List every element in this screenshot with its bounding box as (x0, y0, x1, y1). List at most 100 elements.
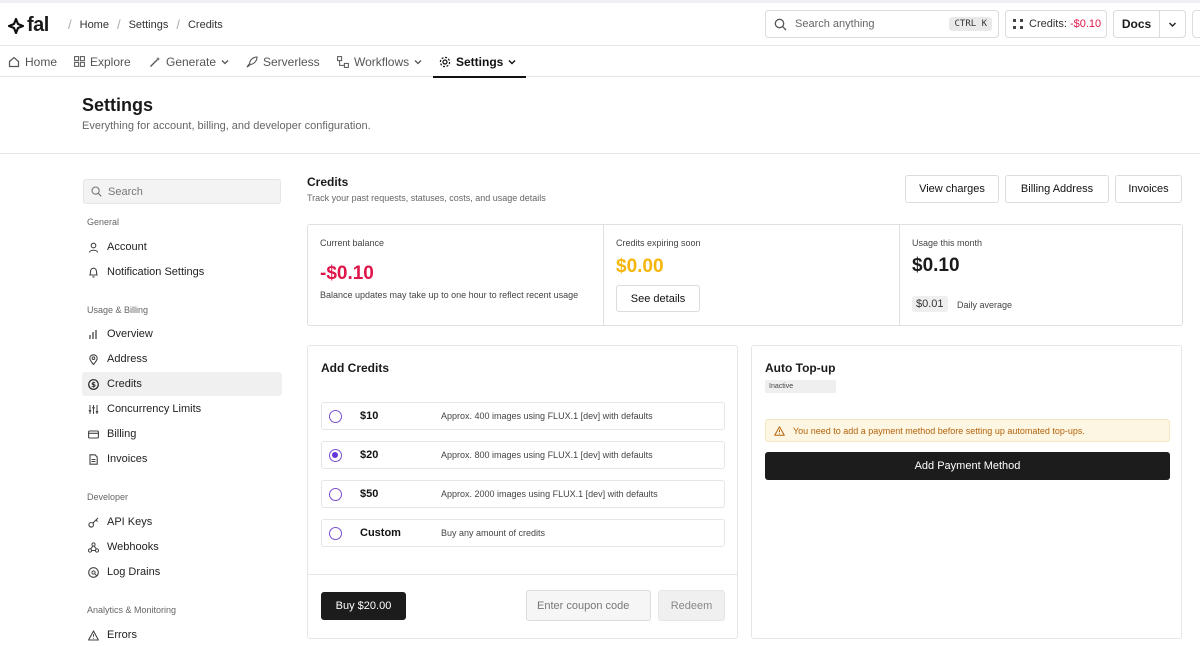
card-divider (308, 574, 738, 575)
fal-logo-icon (8, 17, 24, 34)
sidebar-item-credits[interactable]: $ Credits (82, 372, 282, 396)
payment-method-warning: You need to add a payment method before … (765, 419, 1170, 442)
billing-address-button[interactable]: Billing Address (1005, 175, 1109, 203)
sidebar-search-input[interactable]: Search (83, 179, 281, 204)
dollar-circle-icon: $ (88, 378, 99, 390)
radio-button-selected[interactable] (329, 449, 342, 462)
radio-button[interactable] (329, 527, 342, 540)
breadcrumb-separator: / (176, 17, 180, 32)
sidebar-item-label: Notification Settings (107, 266, 205, 278)
invoices-button[interactable]: Invoices (1115, 175, 1182, 203)
sidebar-group-analytics-monitoring: Analytics & Monitoring (87, 605, 177, 615)
sidebar-item-log-drains[interactable]: Log Drains (82, 560, 282, 584)
sidebar-item-label: Address (107, 353, 148, 365)
sidebar-item-label: Overview (107, 328, 153, 340)
account-menu-button[interactable] (1192, 10, 1200, 38)
log-drain-icon (88, 566, 99, 578)
sidebar-item-label: Billing (107, 428, 137, 440)
sidebar-item-invoices[interactable]: Invoices (82, 447, 282, 471)
chevron-down-icon (414, 59, 422, 64)
chevron-down-icon (1169, 22, 1176, 27)
daily-average-label: Daily average (957, 300, 1013, 310)
sidebar-item-errors[interactable]: Errors (82, 623, 282, 647)
nav-workflows[interactable]: Workflows (337, 46, 422, 77)
sidebar-item-concurrency-limits[interactable]: Concurrency Limits (82, 397, 282, 421)
nav-home[interactable]: Home (8, 46, 57, 77)
daily-average-value: $0.01 (912, 296, 948, 312)
docs-dropdown-toggle[interactable] (1160, 20, 1185, 29)
sidebar-item-label: Account (107, 241, 147, 253)
coupon-placeholder: Enter coupon code (537, 599, 630, 612)
nav-label: Generate (166, 54, 217, 69)
credit-option-amount: Custom (360, 527, 401, 539)
nav-serverless[interactable]: Serverless (246, 46, 320, 77)
chevron-down-icon (221, 59, 229, 64)
current-balance-card: Current balance -$0.10 Balance updates m… (308, 225, 604, 325)
file-icon (89, 453, 98, 465)
breadcrumb: / Home / Settings / Credits (60, 17, 223, 32)
breadcrumb-settings[interactable]: Settings (129, 19, 169, 31)
top-bar: fal / Home / Settings / Credits Search a… (0, 0, 1200, 46)
breadcrumb-credits[interactable]: Credits (188, 19, 223, 31)
nav-label: Settings (456, 54, 504, 69)
rocket-icon (246, 55, 258, 67)
sidebar-item-account[interactable]: Account (82, 235, 282, 259)
auto-topup-title: Auto Top-up (765, 361, 836, 375)
sidebar-item-notification-settings[interactable]: Notification Settings (82, 260, 282, 284)
redeem-button[interactable]: Redeem (658, 590, 725, 621)
key-icon (88, 517, 99, 528)
sidebar-item-overview[interactable]: Overview (82, 322, 282, 346)
sidebar-group-usage-billing: Usage & Billing (87, 305, 149, 315)
see-details-button[interactable]: See details (616, 285, 700, 312)
sidebar-item-billing[interactable]: Billing (82, 422, 282, 446)
add-payment-method-button[interactable]: Add Payment Method (765, 452, 1170, 480)
sidebar-item-label: Errors (107, 629, 137, 641)
docs-label[interactable]: Docs (1114, 11, 1160, 37)
wand-icon (150, 56, 160, 67)
view-charges-button[interactable]: View charges (905, 175, 999, 203)
fal-logo[interactable]: fal (8, 14, 49, 37)
sliders-icon (88, 404, 99, 414)
add-credits-card: Add Credits $10 Approx. 400 images using… (307, 345, 738, 639)
radio-button[interactable] (329, 410, 342, 423)
credits-balance-button[interactable]: Credits: -$0.10 (1005, 10, 1107, 38)
radio-button[interactable] (329, 488, 342, 501)
credit-option-10[interactable]: $10 Approx. 400 images using FLUX.1 [dev… (321, 402, 725, 430)
credit-card-icon (88, 429, 99, 439)
global-search-placeholder: Search anything (795, 18, 875, 30)
sidebar-group-general: General (87, 217, 120, 227)
bar-chart-icon (89, 329, 97, 339)
webhook-icon (88, 541, 99, 553)
docs-button[interactable]: Docs (1113, 10, 1186, 38)
nav-generate[interactable]: Generate (149, 46, 229, 77)
sidebar-item-api-keys[interactable]: API Keys (82, 510, 282, 534)
credit-option-50[interactable]: $50 Approx. 2000 images using FLUX.1 [de… (321, 480, 725, 508)
global-search-input[interactable]: Search anything CTRL K (765, 10, 999, 38)
gear-icon (439, 56, 451, 67)
sidebar-search-placeholder: Search (108, 185, 143, 198)
grid-icon (74, 56, 85, 67)
current-balance-value: -$0.10 (320, 263, 374, 284)
sidebar-item-address[interactable]: Address (82, 347, 282, 371)
usage-this-month-card: Usage this month $0.10 $0.01 Daily avera… (899, 225, 1182, 325)
nav-settings[interactable]: Settings (432, 46, 527, 78)
credits-label: Credits: (1029, 18, 1067, 30)
credits-section-title: Credits (307, 175, 349, 189)
coupon-code-input[interactable]: Enter coupon code (526, 590, 651, 621)
search-shortcut-badge: CTRL K (949, 17, 992, 31)
credits-value: -$0.10 (1069, 18, 1102, 30)
nav-explore[interactable]: Explore (74, 46, 131, 77)
credit-option-custom[interactable]: Custom Buy any amount of credits (321, 519, 725, 547)
main-nav: Home Explore Generate Serverless Workflo… (0, 46, 1200, 78)
sidebar-item-label: Webhooks (107, 541, 159, 553)
sidebar-item-label: Credits (107, 378, 142, 390)
search-icon (774, 18, 787, 30)
sidebar-item-webhooks[interactable]: Webhooks (82, 535, 282, 559)
usage-month-label: Usage this month (912, 238, 983, 248)
buy-credits-button[interactable]: Buy $20.00 (321, 592, 406, 620)
sidebar-item-label: API Keys (107, 516, 153, 528)
status-badge: Inactive (765, 380, 836, 393)
breadcrumb-home[interactable]: Home (80, 19, 109, 31)
sidebar-item-label: Concurrency Limits (107, 403, 202, 415)
credit-option-20[interactable]: $20 Approx. 800 images using FLUX.1 [dev… (321, 441, 725, 469)
